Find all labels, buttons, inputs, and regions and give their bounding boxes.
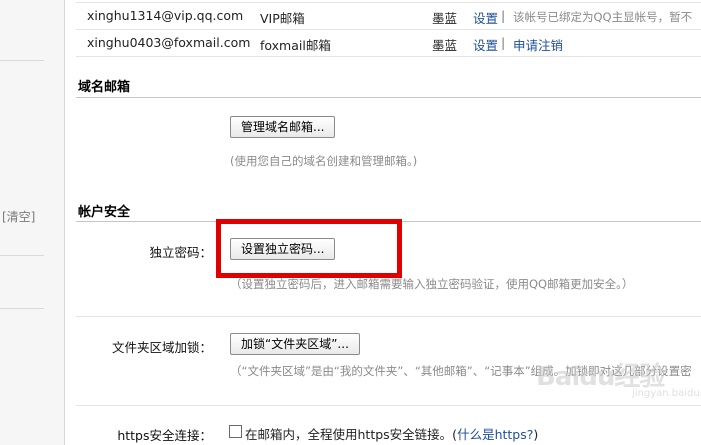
row-divider xyxy=(76,405,701,406)
account-settings-link[interactable]: 设置 xyxy=(473,35,498,54)
row-divider xyxy=(76,2,701,3)
row-divider xyxy=(76,56,701,57)
folder-lock-label: 文件夹区域加锁： xyxy=(111,340,212,355)
sidebar-divider xyxy=(0,255,44,256)
domain-mail-hint: (使用您自己的域名创建和管理邮箱。) xyxy=(230,154,418,168)
section-divider xyxy=(76,97,701,98)
account-settings-link[interactable]: 设置 xyxy=(473,8,498,27)
account-type: VIP邮箱 xyxy=(260,11,305,26)
account-color: 墨蓝 xyxy=(432,38,458,53)
https-checkbox[interactable] xyxy=(229,425,242,438)
sidebar-divider xyxy=(0,308,44,309)
account-color: 墨蓝 xyxy=(432,11,458,26)
https-label: https安全连接： xyxy=(117,428,212,443)
https-close: ) xyxy=(533,427,539,442)
independent-password-label: 独立密码： xyxy=(149,245,212,260)
row-divider xyxy=(76,29,701,30)
https-option: 在邮箱内，全程使用https安全链接。(什么是https?) xyxy=(245,424,538,443)
section-title-account-security: 帐户安全 xyxy=(78,205,131,220)
account-type: foxmail邮箱 xyxy=(260,38,331,53)
independent-password-hint: （设置独立密码后，进入邮箱需要输入独立密码验证，使用QQ邮箱更加安全。） xyxy=(230,277,634,291)
lock-folder-area-button[interactable]: 加锁“文件夹区域”... xyxy=(230,333,360,355)
section-title-domain-mail: 域名邮箱 xyxy=(78,80,131,95)
cancel-account-link[interactable]: 申请注销 xyxy=(513,35,563,54)
account-email: xinghu0403@foxmail.com xyxy=(87,35,251,50)
account-note: 该帐号已绑定为QQ主显帐号，暂不 xyxy=(513,10,693,24)
sidebar-divider xyxy=(0,60,44,61)
separator: | xyxy=(501,35,506,50)
account-email: xinghu1314@vip.qq.com xyxy=(87,8,244,23)
separator: | xyxy=(501,8,506,23)
row-divider xyxy=(76,316,701,317)
what-is-https-link[interactable]: 什么是https? xyxy=(457,427,533,442)
highlight-box xyxy=(216,219,402,278)
watermark-url: jingyan.baidu.com xyxy=(632,388,701,399)
https-checkbox-text: 在邮箱内，全程使用https安全链接。( xyxy=(245,427,458,442)
manage-domain-mail-button[interactable]: 管理域名邮箱... xyxy=(230,116,336,138)
clear-link[interactable]: [清空] xyxy=(2,208,35,225)
